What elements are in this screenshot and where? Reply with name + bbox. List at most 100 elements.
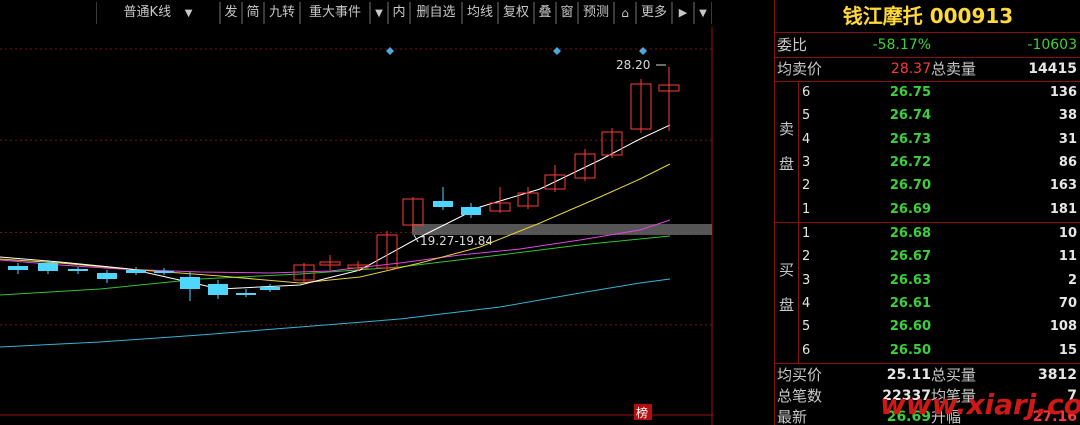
- buy-price: 26.50: [889, 342, 931, 358]
- chevron-down-icon: ▼: [699, 8, 707, 19]
- kline-chart[interactable]: 29.1924.2919.3414.389.5428.2019.27-19.84…: [0, 27, 713, 425]
- sell-row[interactable]: 6 26.75 136: [799, 82, 1080, 104]
- avg-sell-price: 28.37: [890, 61, 931, 77]
- more-button[interactable]: 更多: [636, 2, 672, 24]
- sell-volume: 31: [1058, 131, 1077, 147]
- down-candle: [38, 263, 58, 271]
- avg-buy-row: 均买价 25.11 总买量 3812: [775, 364, 1080, 386]
- down-candle: [260, 287, 280, 290]
- sell-label-char: 卖: [778, 120, 794, 138]
- sell-price: 26.72: [889, 154, 931, 170]
- total-sell-val: 14415: [1028, 61, 1077, 77]
- buy-row[interactable]: 6 26.50 15: [799, 340, 1080, 362]
- sell-price: 26.73: [889, 131, 931, 147]
- expand-panel-button[interactable]: ▶: [672, 2, 694, 24]
- pan-label-char: 盘: [778, 155, 794, 173]
- down-candle: [126, 270, 146, 273]
- buy-level: 2: [802, 249, 811, 265]
- wei-bi-row: 委比 -58.17% -10603: [775, 34, 1080, 56]
- buy-volume: 15: [1058, 342, 1077, 358]
- down-candle: [154, 271, 174, 273]
- total-buy-label: 总买量: [931, 366, 977, 384]
- buy-volume: 108: [1049, 319, 1077, 335]
- sell-volume: 181: [1049, 201, 1077, 217]
- latest-label: 最新: [777, 408, 808, 425]
- adjust-button[interactable]: 复权: [498, 2, 534, 24]
- ma5-line: [0, 124, 671, 290]
- buy-volume: 2: [1067, 272, 1077, 288]
- sell-row[interactable]: 1 26.69 181: [799, 199, 1080, 221]
- buy-volume: 70: [1058, 295, 1077, 311]
- inner-button[interactable]: 内: [388, 2, 410, 24]
- avg-buy-label: 均买价: [777, 366, 823, 384]
- sell-level: 1: [802, 201, 811, 217]
- pan-label-char: 盘: [778, 296, 794, 314]
- down-candle: [97, 273, 117, 279]
- ma-button[interactable]: 均线: [462, 2, 498, 24]
- buy-label-char: 买: [778, 261, 794, 279]
- buy-row[interactable]: 3 26.63 2: [799, 270, 1080, 292]
- avg-sell-row: 均卖价 28.37 总卖量 14415: [775, 58, 1080, 80]
- down-candle: [8, 266, 28, 270]
- kline-svg: 29.1924.2919.3414.389.5428.2019.27-19.84…: [0, 27, 713, 425]
- buy-row[interactable]: 2 26.67 11: [799, 246, 1080, 268]
- simple-button[interactable]: 简: [242, 2, 264, 24]
- buy-level: 6: [802, 342, 811, 358]
- sell-row[interactable]: 5 26.74 38: [799, 105, 1080, 127]
- buy-row[interactable]: 4 26.61 70: [799, 293, 1080, 315]
- total-trades-label: 总笔数: [777, 387, 823, 405]
- period-selector[interactable]: 普通K线 ▼: [96, 2, 220, 24]
- avg-buy-price: 25.11: [886, 367, 931, 383]
- lock-button[interactable]: ⌂: [614, 2, 636, 24]
- sell-level: 6: [802, 85, 811, 100]
- buy-level: 4: [802, 295, 811, 311]
- chevron-down-icon: ▼: [175, 8, 193, 19]
- buy-volume: 11: [1058, 249, 1077, 265]
- sell-row[interactable]: 3 26.72 86: [799, 152, 1080, 174]
- buy-row[interactable]: 1 26.68 10: [799, 223, 1080, 245]
- buy-row[interactable]: 5 26.60 108: [799, 316, 1080, 338]
- wei-bi-pct: -58.17%: [872, 37, 931, 53]
- sell-price: 26.74: [889, 108, 931, 124]
- sell-price: 26.75: [889, 85, 931, 100]
- watermark: www.xiarj.com: [880, 388, 1080, 421]
- buy-price: 26.67: [889, 249, 931, 265]
- range-annotation: 19.27-19.84: [420, 234, 493, 248]
- total-buy-val: 3812: [1038, 367, 1077, 383]
- remove-watchlist-button[interactable]: 删自选: [410, 2, 462, 24]
- forecast-button[interactable]: 预测: [578, 2, 614, 24]
- ranking-badge-label: 榜: [636, 405, 648, 420]
- period-label: 普通K线: [123, 5, 172, 20]
- jiuzhuan-button[interactable]: 九转: [264, 2, 300, 24]
- major-events-button[interactable]: 重大事件: [300, 2, 370, 24]
- buy-level: 1: [802, 226, 811, 241]
- overlay-button[interactable]: 叠: [534, 2, 556, 24]
- events-dropdown[interactable]: ▼: [370, 2, 388, 24]
- sell-price: 26.70: [889, 178, 931, 194]
- toolbar-dropdown[interactable]: ▼: [694, 2, 712, 24]
- sell-row[interactable]: 2 26.70 163: [799, 175, 1080, 197]
- sell-level: 3: [802, 154, 811, 170]
- down-candle: [236, 293, 256, 295]
- buy-level: 3: [802, 272, 811, 288]
- sell-level: 4: [802, 131, 811, 147]
- total-sell-label: 总卖量: [931, 60, 977, 78]
- sell-volume: 38: [1058, 108, 1077, 124]
- sell-price: 26.69: [889, 201, 931, 217]
- sell-volume: 136: [1049, 85, 1077, 100]
- lock-icon: ⌂: [621, 6, 629, 20]
- sell-row[interactable]: 4 26.73 31: [799, 129, 1080, 151]
- sell-volume: 163: [1049, 178, 1077, 194]
- fa-button[interactable]: 发: [220, 2, 242, 24]
- window-button[interactable]: 窗: [556, 2, 578, 24]
- buy-price: 26.60: [889, 319, 931, 335]
- wei-bi-label: 委比: [777, 36, 808, 54]
- buy-price: 26.61: [889, 295, 931, 311]
- wei-bi-val: -10603: [1027, 37, 1077, 53]
- chevron-down-icon: ▼: [375, 8, 383, 19]
- buy-volume: 10: [1058, 226, 1077, 241]
- sell-side-label: 卖 盘: [775, 82, 799, 222]
- down-candle: [433, 201, 453, 207]
- buy-price: 26.63: [889, 272, 931, 288]
- chart-toolbar: 普通K线 ▼ 发 简 九转 重大事件 ▼ 内 删自选 均线 复权 叠 窗 预测 …: [0, 0, 713, 27]
